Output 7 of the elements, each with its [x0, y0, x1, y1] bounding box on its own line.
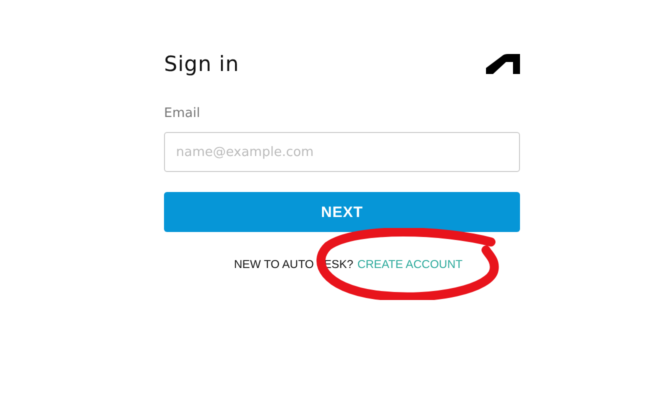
next-button[interactable]: NEXT [164, 192, 520, 232]
logo-icon [486, 54, 520, 74]
page-title: Sign in [164, 52, 240, 76]
email-label: Email [164, 106, 202, 123]
signup-prompt: NEW TO AUTO [234, 258, 314, 272]
email-field[interactable]: name@example.com [164, 132, 520, 172]
create-account-link[interactable]: CREATE ACCOUNT [357, 258, 463, 272]
